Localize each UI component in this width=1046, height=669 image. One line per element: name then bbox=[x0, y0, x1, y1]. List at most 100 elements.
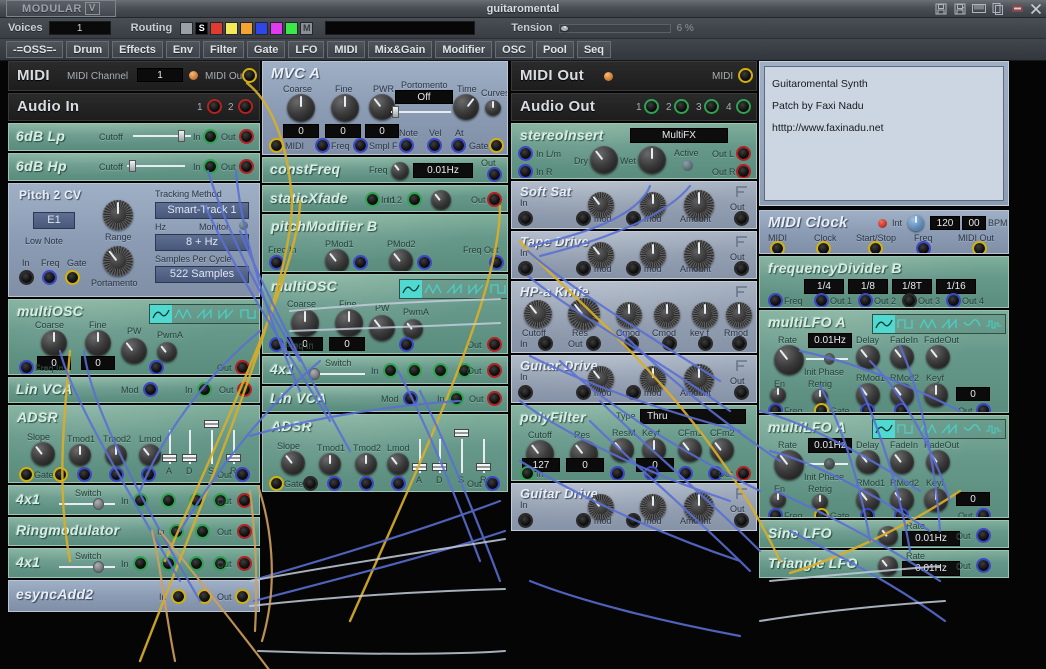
freqdivider-div-4[interactable]: 1/16 bbox=[936, 279, 976, 294]
jack-mvca-midi[interactable] bbox=[269, 138, 284, 153]
module-multilfo-a-1[interactable]: multiLFO A Rate 0.01Hz Init Phase Retrig… bbox=[759, 310, 1009, 413]
jack-tapedrive-mod2[interactable] bbox=[626, 261, 641, 276]
jack-4x1-b-in-1[interactable] bbox=[133, 556, 148, 571]
jack-4x1-b-out[interactable] bbox=[237, 556, 252, 571]
mvca-coarse-knob[interactable] bbox=[287, 94, 315, 122]
jack-audio-out-3[interactable] bbox=[704, 99, 719, 114]
module-mvc-a[interactable]: MVC A Coarse 0 Fine 0 PWR 0 Portomento O… bbox=[262, 61, 508, 155]
mvca-fine-value[interactable]: 0 bbox=[325, 124, 361, 138]
jack-polyfilter-out[interactable] bbox=[736, 466, 751, 480]
module-audio-out[interactable]: Audio Out 1 2 3 4 bbox=[511, 93, 757, 121]
low-note-value[interactable]: E1 bbox=[33, 212, 75, 229]
jack-pitchmod-freq-out[interactable] bbox=[489, 255, 504, 270]
jack-linvca-1-mod[interactable] bbox=[143, 382, 158, 397]
module-pitch2cv[interactable]: Pitch 2 CV E1 Low Note Range Portamento … bbox=[8, 183, 260, 297]
routing-swatch-magenta[interactable] bbox=[270, 21, 284, 35]
module-tapedrive[interactable]: Tape Drive In mod mod Amount Out bbox=[511, 231, 757, 279]
multilfo-1-fadein-knob[interactable] bbox=[890, 345, 914, 369]
module-staticxfade[interactable]: staticXfade In 1 In 2 Out bbox=[262, 185, 508, 212]
multiosc-2-pw-knob[interactable] bbox=[369, 315, 395, 341]
jack-mvca-note[interactable] bbox=[399, 138, 414, 153]
jack-hpknife-rmod-in[interactable] bbox=[732, 336, 747, 351]
tension-slider-handle[interactable] bbox=[560, 25, 568, 31]
hpknife-rmod-knob[interactable] bbox=[726, 302, 752, 328]
module-midi[interactable]: MIDI MIDI Channel 1 MIDI Out bbox=[8, 61, 260, 91]
jack-adsr-2-tmod2-in[interactable] bbox=[359, 476, 374, 491]
jack-lp-in[interactable] bbox=[203, 129, 218, 144]
jack-guitardrive-2-in[interactable] bbox=[518, 513, 533, 528]
module-4x1-b[interactable]: 4x1 Switch In Out bbox=[8, 548, 260, 578]
jack-hp-in[interactable] bbox=[203, 159, 218, 174]
multilfo-1-rate-knob[interactable] bbox=[774, 345, 804, 375]
tab-midi[interactable]: MIDI bbox=[327, 41, 365, 58]
tab-env[interactable]: Env bbox=[165, 41, 201, 58]
jack-softsat-in[interactable] bbox=[518, 211, 533, 226]
jack-stereoinsert-in-r[interactable] bbox=[518, 164, 533, 178]
wave-saw-cell[interactable] bbox=[444, 280, 466, 298]
jack-ringmod-in-2[interactable] bbox=[195, 524, 210, 539]
multilfo-1-init-phase-slider[interactable] bbox=[806, 353, 848, 365]
jack-stereoinsert-in-l[interactable] bbox=[518, 146, 533, 161]
module-6db-hp[interactable]: 6dB Hp Cutoff In Out bbox=[8, 153, 260, 181]
module-hp-a-knife[interactable]: HP-a Knife Cutoff Res Cmod Cmod key f Rm… bbox=[511, 281, 757, 353]
jack-linvca-2-out[interactable] bbox=[487, 391, 502, 406]
wave-saw-cell[interactable] bbox=[194, 305, 216, 323]
wave-triangle-cell[interactable] bbox=[422, 280, 444, 298]
jack-polyfilter-cfm1-in[interactable] bbox=[678, 466, 693, 480]
multilfo-2-en-knob[interactable] bbox=[770, 492, 786, 508]
jack-multilfo-1-freq[interactable] bbox=[768, 403, 783, 412]
polyfilter-res-value[interactable]: 0 bbox=[566, 458, 604, 472]
midiclock-bpm-int[interactable]: 120 bbox=[930, 216, 960, 230]
sinelfo-rate-value[interactable]: 0.01Hz bbox=[902, 531, 960, 546]
multiosc-1-waveform-selector[interactable] bbox=[149, 304, 259, 324]
tab-osc[interactable]: OSC bbox=[495, 41, 533, 58]
staticxfade-mix-knob[interactable] bbox=[431, 190, 451, 210]
jack-mvca-smplf[interactable] bbox=[353, 138, 368, 153]
hpknife-cutoff-knob[interactable] bbox=[524, 300, 552, 328]
trianglelfo-rate-value[interactable]: 0.01Hz bbox=[902, 561, 960, 576]
jack-freqdivider-out-4[interactable] bbox=[946, 293, 961, 307]
adsr-2-sustain-slider[interactable] bbox=[454, 429, 469, 473]
jack-guitardrive-2-mod2[interactable] bbox=[626, 513, 641, 528]
module-esyncadd2[interactable]: esyncAdd2 In Out bbox=[8, 580, 260, 612]
jack-guitardrive-1-in[interactable] bbox=[518, 385, 533, 400]
routing-swatch-green[interactable] bbox=[285, 21, 299, 35]
jack-linvca-2-mod[interactable] bbox=[403, 391, 418, 406]
polyfilter-type-select[interactable]: Thru bbox=[640, 409, 746, 424]
wave-saw-cell[interactable] bbox=[939, 420, 961, 438]
jack-multilfo-2-rmod2-in[interactable] bbox=[894, 508, 909, 517]
module-multiosc-2[interactable]: multiOSC Coarse 0 Fine 0 PW PwmA Freq In… bbox=[262, 274, 508, 354]
tapedrive-bypass-icon[interactable] bbox=[736, 236, 749, 248]
save-icon[interactable] bbox=[933, 1, 949, 16]
jack-stereoinsert-out-l[interactable] bbox=[736, 146, 751, 161]
jack-midiclock-freq[interactable] bbox=[916, 241, 931, 253]
module-polyfilter[interactable]: polyFilter Type Thru Cutoff 127 Res 0 Re… bbox=[511, 405, 757, 481]
adsr-2-tmod2-knob[interactable] bbox=[355, 453, 377, 475]
wave-ramp-cell[interactable] bbox=[466, 280, 488, 298]
routing-name-input[interactable] bbox=[325, 21, 476, 35]
jack-4x1-b-in-2[interactable] bbox=[161, 556, 176, 571]
jack-audio-out-1[interactable] bbox=[644, 99, 659, 114]
multiosc-2-fine-value[interactable]: 0 bbox=[329, 337, 365, 351]
module-linvca-2[interactable]: Lin VCA Mod In Out bbox=[262, 386, 508, 412]
wave-sine-cell[interactable] bbox=[400, 280, 422, 298]
freqdivider-div-1[interactable]: 1/4 bbox=[804, 279, 844, 294]
multilfo-1-keyf-knob[interactable] bbox=[924, 383, 948, 407]
jack-multiosc-2-pwm-in[interactable] bbox=[399, 337, 414, 352]
multilfo-1-waveform-selector[interactable] bbox=[872, 314, 1006, 334]
multiosc-2-waveform-selector[interactable] bbox=[399, 279, 507, 299]
jack-midiclock-midiout[interactable] bbox=[972, 241, 987, 253]
jack-polyfilter-in[interactable] bbox=[520, 466, 535, 480]
jack-hpknife-cmod2-in[interactable] bbox=[662, 336, 677, 351]
jack-guitardrive-1-mod2[interactable] bbox=[626, 385, 641, 400]
multiosc-1-fine-value[interactable]: 0 bbox=[81, 356, 115, 370]
jack-multilfo-2-out[interactable] bbox=[976, 508, 991, 517]
jack-tapedrive-mod1[interactable] bbox=[576, 261, 591, 276]
wave-ramp-cell[interactable] bbox=[961, 420, 983, 438]
module-softsat[interactable]: Soft Sat In mod mod Amount Out bbox=[511, 181, 757, 229]
guitardrive-2-bypass-icon[interactable] bbox=[736, 488, 749, 500]
stereoinsert-wet-knob[interactable] bbox=[638, 146, 666, 174]
adsr-2-release-slider[interactable] bbox=[476, 439, 491, 473]
midiclock-bpm-frac[interactable]: 00 bbox=[962, 216, 986, 230]
module-adsr-1[interactable]: ADSR Slope Tmod1 Tmod2 Lmod A D S R Gate bbox=[8, 405, 260, 483]
